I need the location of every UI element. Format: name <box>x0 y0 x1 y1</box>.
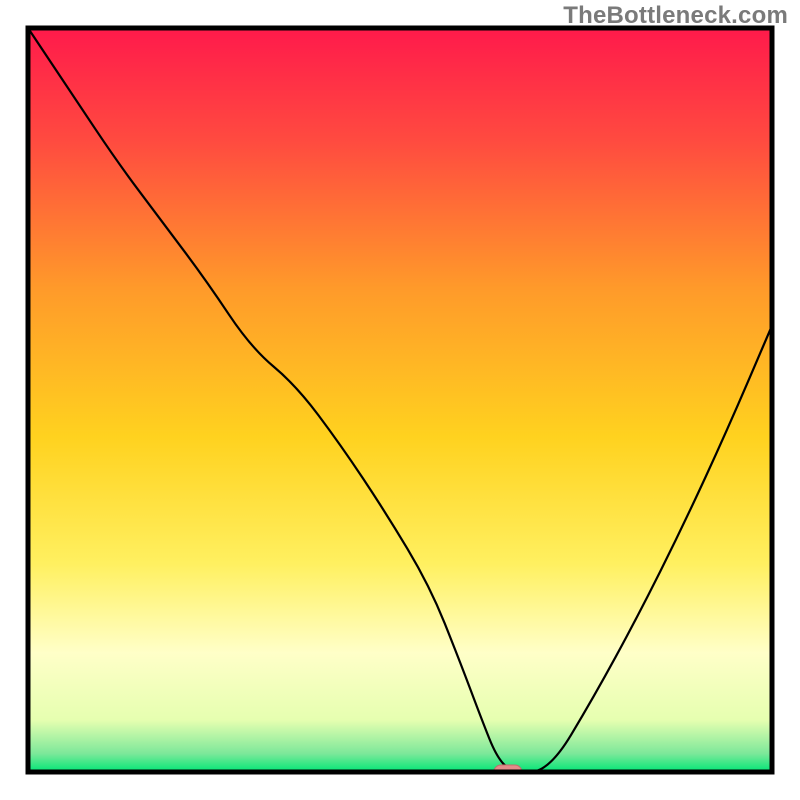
plot-svg <box>0 0 800 800</box>
watermark-text: TheBottleneck.com <box>563 2 788 30</box>
bottleneck-chart: TheBottleneck.com <box>0 0 800 800</box>
gradient-background <box>28 28 772 772</box>
